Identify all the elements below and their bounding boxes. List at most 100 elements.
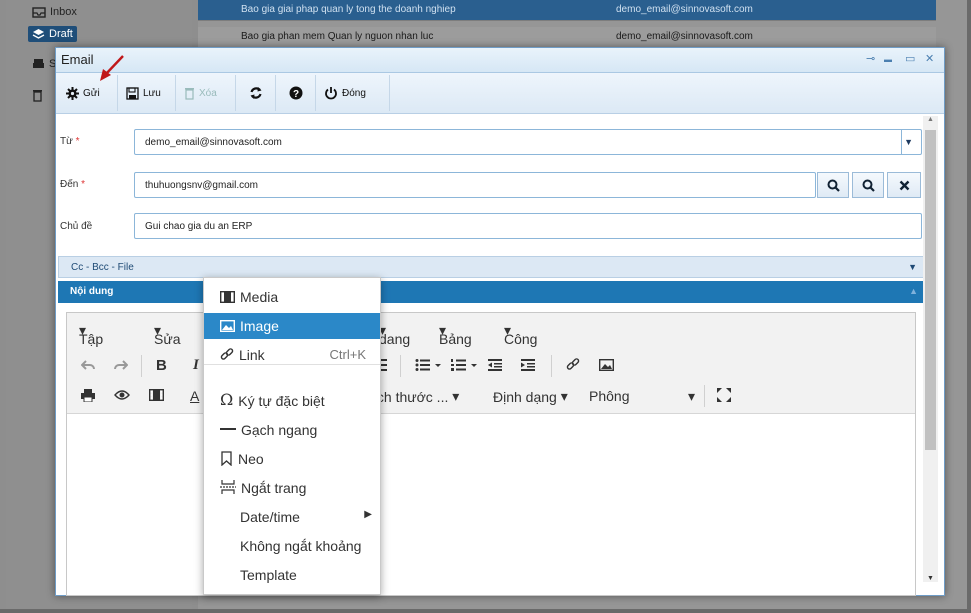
editor-menubar: Tập tin ▾ Sửa ▾ dang ▾ Bảng ▾ Công cụ ▾ bbox=[67, 313, 915, 363]
font-size-select[interactable]: ích thước ... ▾ bbox=[373, 388, 459, 405]
to-field-value: thuhuongsnv@gmail.com bbox=[145, 180, 258, 191]
table-row[interactable]: Bao gia phan mem Quan ly nguon nhan luc … bbox=[198, 27, 936, 48]
to-field[interactable]: thuhuongsnv@gmail.com bbox=[134, 172, 816, 198]
subject-field-value: Gui chao gia du an ERP bbox=[145, 221, 253, 232]
undo-icon[interactable] bbox=[81, 359, 95, 371]
required-mark: * bbox=[75, 136, 80, 147]
help-button[interactable]: ? bbox=[276, 75, 316, 111]
table-row[interactable]: Bao gia giai phap quan ly tong the doanh… bbox=[198, 0, 936, 21]
trash-icon bbox=[185, 87, 194, 100]
pagebreak-icon bbox=[220, 480, 236, 494]
minimize-icon[interactable]: ▬ bbox=[884, 55, 892, 64]
chevron-down-icon[interactable]: ▼ bbox=[904, 137, 913, 147]
preview-icon[interactable] bbox=[114, 389, 130, 401]
print-icon[interactable] bbox=[81, 389, 95, 402]
dialog-title: Email bbox=[61, 52, 94, 67]
menu-item-anchor[interactable]: Neo bbox=[204, 446, 380, 472]
italic-icon[interactable]: I bbox=[193, 357, 199, 374]
menu-edit-label: Sửa bbox=[154, 331, 181, 347]
subject-field[interactable]: Gui chao gia du an ERP bbox=[134, 213, 922, 239]
search-contact-button[interactable] bbox=[817, 172, 849, 198]
from-field[interactable]: demo_email@sinnovasoft.com ▼ bbox=[134, 129, 922, 155]
menu-item-label: Date/time bbox=[240, 509, 300, 525]
numbered-list-icon[interactable] bbox=[451, 359, 477, 371]
menu-item-label: Neo bbox=[238, 451, 264, 467]
media-icon[interactable] bbox=[149, 389, 164, 401]
folder-trash[interactable] bbox=[32, 88, 43, 102]
to-label: Đến * bbox=[60, 179, 85, 190]
folder-inbox[interactable]: Inbox bbox=[32, 6, 77, 18]
editor-toolbar: B I A ích thước ... ▾ Định dạng ▾ Phông … bbox=[67, 347, 915, 414]
link-icon[interactable] bbox=[566, 358, 580, 372]
chevron-up-icon: ▲ bbox=[909, 286, 918, 296]
refresh-button[interactable] bbox=[236, 75, 276, 111]
row-email: demo_email@sinnovasoft.com bbox=[616, 4, 753, 15]
font-family-label: Phông bbox=[589, 388, 630, 404]
to-label-text: Đến bbox=[60, 179, 79, 190]
menu-file[interactable]: Tập tin ▾ bbox=[79, 322, 103, 363]
delete-button[interactable]: Xóa bbox=[176, 75, 236, 111]
close-dialog-button[interactable]: Đóng bbox=[316, 75, 390, 111]
chevron-right-icon: ▶ bbox=[364, 509, 372, 520]
gear-icon bbox=[66, 86, 79, 100]
format-label: Định dạng bbox=[493, 388, 557, 405]
image-icon[interactable] bbox=[599, 359, 614, 371]
menu-item-template[interactable]: Template bbox=[204, 562, 380, 588]
bold-icon[interactable]: B bbox=[156, 357, 167, 374]
pin-icon[interactable]: ⊸ bbox=[866, 52, 875, 65]
delete-label: Xóa bbox=[199, 87, 217, 99]
omega-icon: Ω bbox=[220, 390, 234, 409]
font-size-label: ích thước ... bbox=[373, 388, 449, 405]
stack-icon bbox=[32, 29, 45, 39]
menu-item-label: Media bbox=[240, 289, 279, 305]
format-select[interactable]: Định dạng ▾ bbox=[493, 388, 568, 405]
scroll-up-icon[interactable]: ▲ bbox=[927, 116, 934, 123]
menu-item-horizontal-rule[interactable]: Gạch ngang bbox=[204, 417, 380, 443]
menu-item-nonbreaking-space[interactable]: Không ngắt khoảng bbox=[204, 533, 380, 559]
menu-item-image[interactable]: Image bbox=[204, 313, 380, 339]
screenshot-frame: Inbox Draft S Bao gia giai phap quan ly … bbox=[0, 0, 971, 613]
maximize-icon[interactable]: ▭ bbox=[905, 52, 915, 65]
search-group-button[interactable] bbox=[852, 172, 884, 198]
required-mark: * bbox=[81, 179, 86, 190]
folder-sent[interactable]: S bbox=[32, 58, 56, 70]
close-icon[interactable]: ✕ bbox=[925, 52, 934, 65]
menu-tools[interactable]: Công cụ ▾ bbox=[504, 322, 537, 363]
menu-item-datetime[interactable]: Date/time ▶ bbox=[204, 504, 380, 530]
menu-table[interactable]: Bảng ▾ bbox=[439, 322, 472, 347]
cc-bcc-file-label: Cc - Bcc - File bbox=[71, 262, 134, 273]
redo-icon[interactable] bbox=[114, 359, 128, 371]
font-family-select[interactable]: Phông ▾ bbox=[589, 388, 695, 405]
menu-item-label: Không ngắt khoảng bbox=[240, 538, 362, 554]
power-icon bbox=[325, 87, 337, 100]
clear-recipient-button[interactable] bbox=[887, 172, 921, 198]
menu-item-media[interactable]: Media bbox=[204, 284, 380, 310]
menu-item-label: Image bbox=[240, 318, 279, 334]
bookmark-icon bbox=[221, 451, 232, 466]
fullscreen-icon[interactable] bbox=[717, 388, 731, 402]
folder-draft[interactable]: Draft bbox=[28, 26, 77, 42]
search-icon bbox=[827, 179, 840, 192]
bullet-list-icon[interactable] bbox=[415, 359, 441, 371]
trash-icon bbox=[33, 90, 42, 102]
menu-item-label: Ký tự đặc biệt bbox=[238, 393, 325, 409]
menu-item-page-break[interactable]: Ngắt trang bbox=[204, 475, 380, 501]
menu-item-special-char[interactable]: Ω Ký tự đặc biệt bbox=[204, 388, 380, 414]
image-icon bbox=[220, 320, 235, 332]
row-subject: Bao gia giai phap quan ly tong the doanh… bbox=[241, 4, 456, 15]
dialog-titlebar[interactable]: Email ⊸ ▬ ▭ ✕ bbox=[56, 48, 944, 73]
dialog-scrollbar[interactable]: ▲ ▼ bbox=[923, 116, 938, 582]
cc-bcc-file-section[interactable]: Cc - Bcc - File ▼ bbox=[58, 256, 924, 278]
scrollbar-thumb[interactable] bbox=[925, 130, 936, 450]
indent-icon[interactable] bbox=[521, 359, 535, 371]
from-label-text: Từ bbox=[60, 136, 73, 147]
scroll-down-icon[interactable]: ▼ bbox=[927, 575, 934, 582]
text-color-icon[interactable]: A bbox=[190, 388, 199, 404]
menu-format-label: dang bbox=[379, 331, 411, 347]
rich-text-editor: Tập tin ▾ Sửa ▾ dang ▾ Bảng ▾ Công cụ ▾ … bbox=[66, 312, 916, 596]
outdent-icon[interactable] bbox=[488, 359, 502, 371]
menu-table-label: Bảng bbox=[439, 331, 472, 347]
menu-edit[interactable]: Sửa ▾ bbox=[154, 322, 181, 347]
folder-draft-label: Draft bbox=[49, 28, 73, 40]
content-section-header[interactable]: Nội dung ▲ bbox=[58, 281, 924, 303]
